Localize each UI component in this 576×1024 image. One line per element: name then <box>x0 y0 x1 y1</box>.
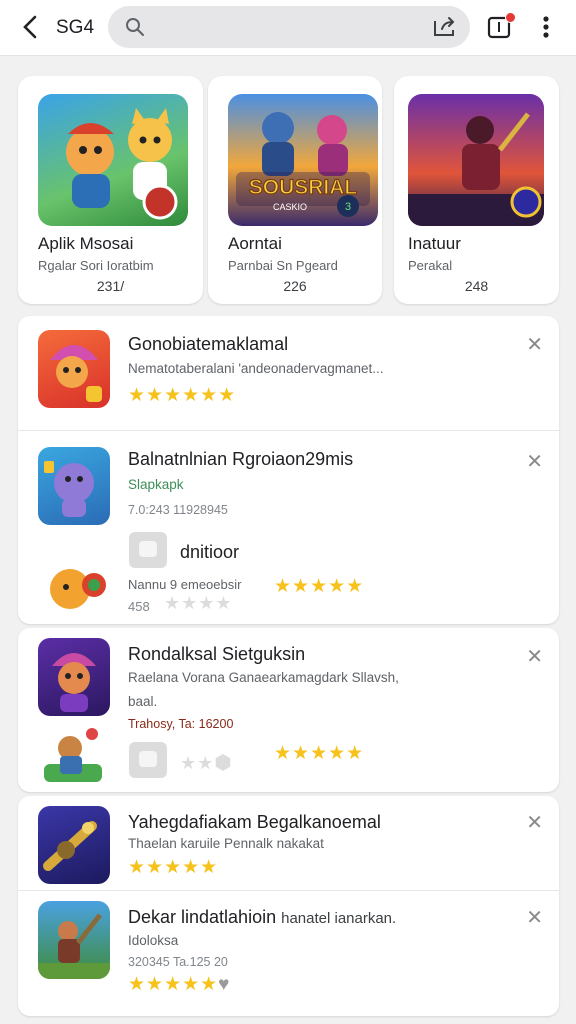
featured-card[interactable]: Inatuur Perakal 248 <box>394 76 559 304</box>
dismiss-icon[interactable]: ✕ <box>526 449 543 474</box>
page-title: SG4 <box>56 17 95 38</box>
list-item[interactable]: Dekar lindatlahioin hanatel ianarkan. Id… <box>18 891 559 1016</box>
featured-app-image <box>408 94 544 226</box>
app-list-card: Gonobiatemaklamal Nematotaberalani 'ande… <box>18 316 559 624</box>
search-icon[interactable] <box>124 16 146 38</box>
rating-stars: ★★★★★ <box>128 857 219 878</box>
app-icon <box>38 638 110 716</box>
chevron-left-icon[interactable] <box>16 12 46 42</box>
list-item[interactable]: Balnatnlnian Rgroiaon29mis Slapkapk 7.0:… <box>18 431 559 624</box>
related-app-description: Nannu 9 emeoebsir <box>128 577 242 592</box>
notification-badge <box>505 12 516 23</box>
featured-app-name: Aplik Msosai <box>38 234 134 253</box>
app-meta: Trahosy, Ta: 16200 <box>128 717 234 731</box>
related-app-icon <box>40 720 106 786</box>
rating-stars-muted: ★★★★ <box>164 593 233 613</box>
app-description: Raelana Vorana Ganaearkamagdark Sllavsh, <box>128 670 399 685</box>
image-placeholder-icon <box>129 742 167 778</box>
app-name-suffix: hanatel ianarkan. <box>281 910 397 927</box>
rating-stars: ★★★★★♥ <box>128 974 231 995</box>
dismiss-icon[interactable]: ✕ <box>526 905 543 930</box>
rating-stars: ★★★★★ <box>274 743 365 764</box>
featured-app-count: 231/ <box>96 278 125 294</box>
featured-art-subtitle: CASKIO <box>273 202 307 212</box>
rating-stars-muted: ★★⬢ <box>180 752 233 774</box>
app-description: Nematotaberalani 'andeonadervagmanet... <box>128 361 384 376</box>
related-app-name: dnitioor <box>180 542 240 562</box>
dismiss-icon[interactable]: ✕ <box>526 644 543 669</box>
app-icon <box>38 447 110 525</box>
featured-art-title: SOUSRIAL <box>249 176 358 199</box>
app-name: Rondalksal Sietguksin <box>128 644 306 664</box>
app-name: Balnatnlnian Rgroiaon29mis <box>128 449 354 469</box>
heart-icon: ♥ <box>218 974 231 995</box>
app-category: Idoloksa <box>128 933 179 948</box>
related-app-count: 458 <box>128 599 150 614</box>
rating-stars: ★★★★★★ <box>128 385 237 406</box>
top-app-bar: SG4 <box>0 0 576 56</box>
dismiss-icon[interactable]: ✕ <box>526 810 543 835</box>
featured-card[interactable]: SOUSRIAL CASKIO 3 Aorntai Parnbai Sn Pge… <box>208 76 382 304</box>
featured-app-name: Aorntai <box>228 234 282 253</box>
app-meta: 7.0:243 11928945 <box>128 503 228 517</box>
app-name: Dekar lindatlahioin hanatel ianarkan. <box>128 907 397 927</box>
app-category: Slapkapk <box>128 477 184 492</box>
featured-app-subtitle: Parnbai Sn Pgeard <box>228 258 338 273</box>
app-description: Thaelan karuile Pennalk nakakat <box>128 836 324 851</box>
search-bar[interactable] <box>108 6 470 48</box>
list-item[interactable]: Yahegdafiakam Begalkanoemal Thaelan karu… <box>18 796 559 890</box>
app-icon <box>38 806 110 884</box>
image-placeholder-icon <box>129 532 167 568</box>
list-item[interactable]: Gonobiatemaklamal Nematotaberalani 'ande… <box>18 316 559 430</box>
app-description-continued: baal. <box>128 694 158 709</box>
app-name: Gonobiatemaklamal <box>128 334 289 354</box>
rating-stars: ★★★★★ <box>274 576 365 597</box>
notification-button[interactable] <box>486 12 516 42</box>
featured-app-name: Inatuur <box>408 234 461 253</box>
app-name: Yahegdafiakam Begalkanoemal <box>128 812 381 832</box>
app-icon <box>38 901 110 979</box>
featured-app-subtitle: Rgalar Sori Ioratbim <box>38 258 154 273</box>
featured-art-badge: 3 <box>345 201 351 213</box>
app-list-card: Rondalksal Sietguksin Raelana Vorana Gan… <box>18 628 559 792</box>
featured-card[interactable]: Aplik Msosai Rgalar Sori Ioratbim 231/ <box>18 76 203 304</box>
featured-app-image <box>38 94 188 226</box>
featured-app-image: SOUSRIAL CASKIO 3 <box>228 94 378 226</box>
more-vert-icon[interactable] <box>536 12 556 42</box>
app-list-card: Yahegdafiakam Begalkanoemal Thaelan karu… <box>18 796 559 1016</box>
app-icon <box>38 330 110 408</box>
dismiss-icon[interactable]: ✕ <box>526 332 543 357</box>
featured-app-count: 226 <box>283 278 307 294</box>
share-icon[interactable] <box>432 15 458 39</box>
featured-app-count: 248 <box>464 278 489 294</box>
app-meta: 320345 Ta.125 20 <box>128 955 228 969</box>
featured-app-subtitle: Perakal <box>408 258 453 273</box>
list-item[interactable]: Rondalksal Sietguksin Raelana Vorana Gan… <box>18 628 559 792</box>
related-app-icon <box>40 543 112 621</box>
